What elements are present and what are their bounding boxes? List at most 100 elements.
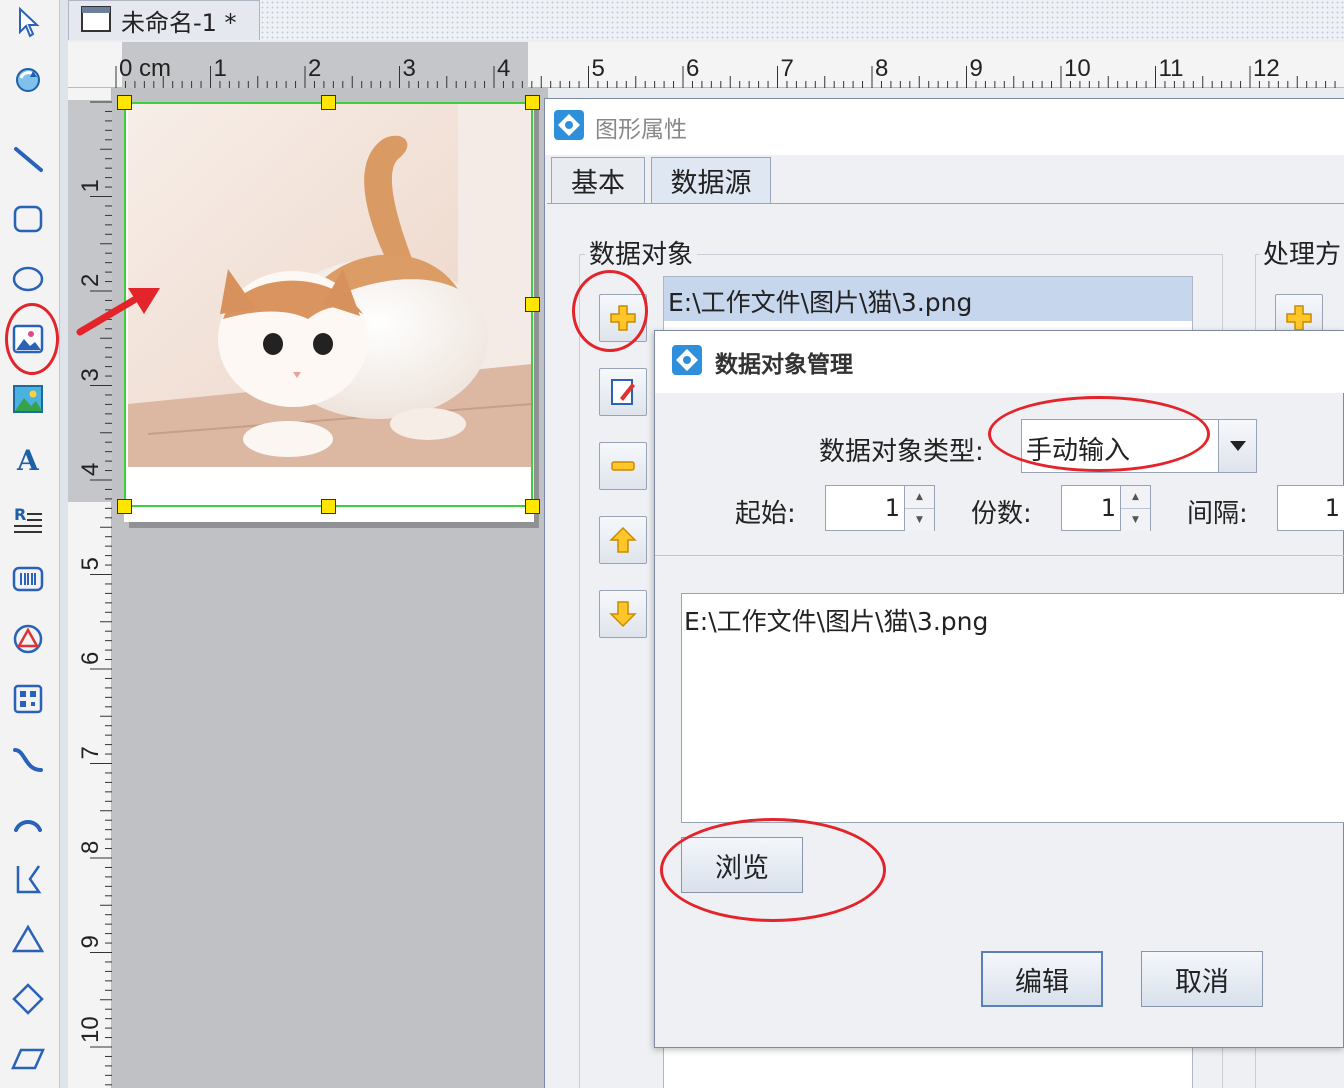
start-value[interactable]: 1 (826, 486, 904, 530)
horizontal-ruler: 0 cm 1 2 3 4 5 6 7 8 9 10 11 12 (68, 42, 1344, 88)
properties-titlebar[interactable]: 图形属性 (545, 99, 1344, 155)
dialog-titlebar[interactable]: 数据对象管理 (655, 331, 1344, 393)
content-textarea[interactable]: E:\工作文件\图片\猫\3.png (681, 593, 1344, 823)
arc-icon[interactable] (4, 796, 52, 842)
ruler-label: 8 (77, 841, 104, 854)
cancel-button[interactable]: 取消 (1141, 951, 1263, 1007)
move-down-button[interactable] (599, 590, 647, 638)
curve-icon[interactable] (4, 736, 52, 782)
start-stepper[interactable]: 1 ▲ ▼ (825, 485, 935, 531)
ruler-label: 0 cm (119, 55, 171, 82)
annotation-circle-browse (660, 818, 886, 922)
triangle-symbol-icon[interactable] (4, 616, 52, 662)
rotate-icon[interactable] (4, 56, 52, 102)
resize-handle-bottom-right[interactable] (525, 499, 540, 514)
selection-frame[interactable] (124, 102, 533, 507)
move-up-button[interactable] (599, 516, 647, 564)
document-tab[interactable]: 未命名-1 * (68, 0, 260, 40)
spin-down-icon[interactable]: ▼ (1121, 508, 1150, 531)
document-title: 未命名-1 * (121, 9, 237, 37)
rich-text-icon[interactable]: R (4, 496, 52, 542)
triangle-icon[interactable] (4, 916, 52, 962)
ruler-label: 5 (592, 55, 605, 82)
arrow-up-icon (609, 526, 637, 553)
ruler-label: 2 (308, 55, 321, 82)
minus-icon (611, 461, 635, 471)
annotation-circle-add-button (572, 270, 648, 352)
ruler-label: 11 (1159, 55, 1184, 82)
interval-label: 间隔: (1187, 499, 1248, 529)
copies-stepper[interactable]: 1 ▲ ▼ (1061, 485, 1151, 531)
annotation-arrow-icon (72, 280, 168, 344)
text-icon[interactable]: A (4, 436, 52, 482)
ruler-label: 9 (77, 935, 104, 948)
annotation-circle-type-select (988, 396, 1210, 472)
resize-handle-bottom-left[interactable] (117, 499, 132, 514)
interval-stepper[interactable]: 1 (1277, 485, 1344, 531)
ruler-label: 9 (970, 55, 983, 82)
spin-down-icon[interactable]: ▼ (905, 508, 934, 531)
interval-value[interactable]: 1 (1278, 486, 1344, 530)
parallelogram-icon[interactable] (4, 1036, 52, 1082)
toolbar-gutter (60, 0, 68, 1088)
copies-value[interactable]: 1 (1062, 486, 1120, 530)
start-label: 起始: (735, 499, 796, 529)
ruler-label: 6 (686, 55, 699, 82)
ellipse-icon[interactable] (4, 256, 52, 302)
tab-datasource[interactable]: 数据源 (651, 157, 771, 203)
edit-data-object-button[interactable] (599, 368, 647, 416)
vertical-ruler: 1 2 3 4 5 6 7 8 9 10 (68, 88, 112, 1088)
ruler-label: 10 (1064, 55, 1091, 82)
copies-label: 份数: (971, 499, 1032, 529)
dialog-title: 数据对象管理 (715, 352, 853, 378)
ruler-label: 8 (875, 55, 888, 82)
ruler-label: 7 (77, 746, 104, 759)
ruler-label: 4 (497, 55, 510, 82)
ruler-label: 10 (77, 1016, 104, 1043)
ruler-label: 12 (1253, 55, 1280, 82)
annotation-circle-image-tool (5, 303, 59, 375)
tab-basic[interactable]: 基本 (551, 157, 645, 203)
processing-group-title: 处理方 (1259, 234, 1344, 271)
resize-handle-top-left[interactable] (117, 95, 132, 110)
image-alt-icon[interactable] (4, 376, 52, 422)
remove-data-object-button[interactable] (599, 442, 647, 490)
document-icon (81, 5, 111, 37)
qrcode-icon[interactable] (4, 676, 52, 722)
type-label: 数据对象类型: (819, 437, 984, 467)
data-object-group-title: 数据对象 (585, 234, 698, 271)
app-logo-icon (671, 344, 703, 380)
tab-strip (260, 0, 1344, 40)
edit-icon (611, 379, 635, 405)
spin-up-icon[interactable]: ▲ (905, 486, 934, 508)
properties-title: 图形属性 (595, 117, 687, 143)
resize-handle-bottom[interactable] (321, 499, 336, 514)
arrow-down-icon (609, 601, 637, 628)
ruler-label: 3 (403, 55, 416, 82)
rounded-rect-icon[interactable] (4, 196, 52, 242)
line-icon[interactable] (4, 136, 52, 182)
app-logo-icon (553, 109, 585, 145)
ruler-label: 3 (77, 368, 104, 381)
ruler-label: 7 (781, 55, 794, 82)
resize-handle-top-right[interactable] (525, 95, 540, 110)
spin-up-icon[interactable]: ▲ (1121, 486, 1150, 508)
polyline-icon[interactable] (4, 856, 52, 902)
resize-handle-right[interactable] (525, 297, 540, 312)
ruler-label: 1 (214, 55, 227, 82)
tool-palette: A R (0, 0, 60, 1088)
diamond-icon[interactable] (4, 976, 52, 1022)
edit-button[interactable]: 编辑 (981, 951, 1103, 1007)
svg-text:A: A (16, 444, 40, 476)
svg-text:R: R (14, 505, 26, 524)
barcode-icon[interactable] (4, 556, 52, 602)
select-arrow-icon[interactable] (4, 0, 52, 46)
divider (655, 555, 1344, 556)
chevron-down-icon[interactable] (1218, 420, 1256, 472)
ruler-selection-shade (122, 42, 528, 88)
list-item[interactable]: E:\工作文件\图片\猫\3.png (664, 277, 1192, 321)
ruler-label: 1 (77, 179, 104, 192)
ruler-label: 4 (77, 463, 104, 476)
resize-handle-top[interactable] (321, 95, 336, 110)
ruler-label: 6 (77, 652, 104, 665)
